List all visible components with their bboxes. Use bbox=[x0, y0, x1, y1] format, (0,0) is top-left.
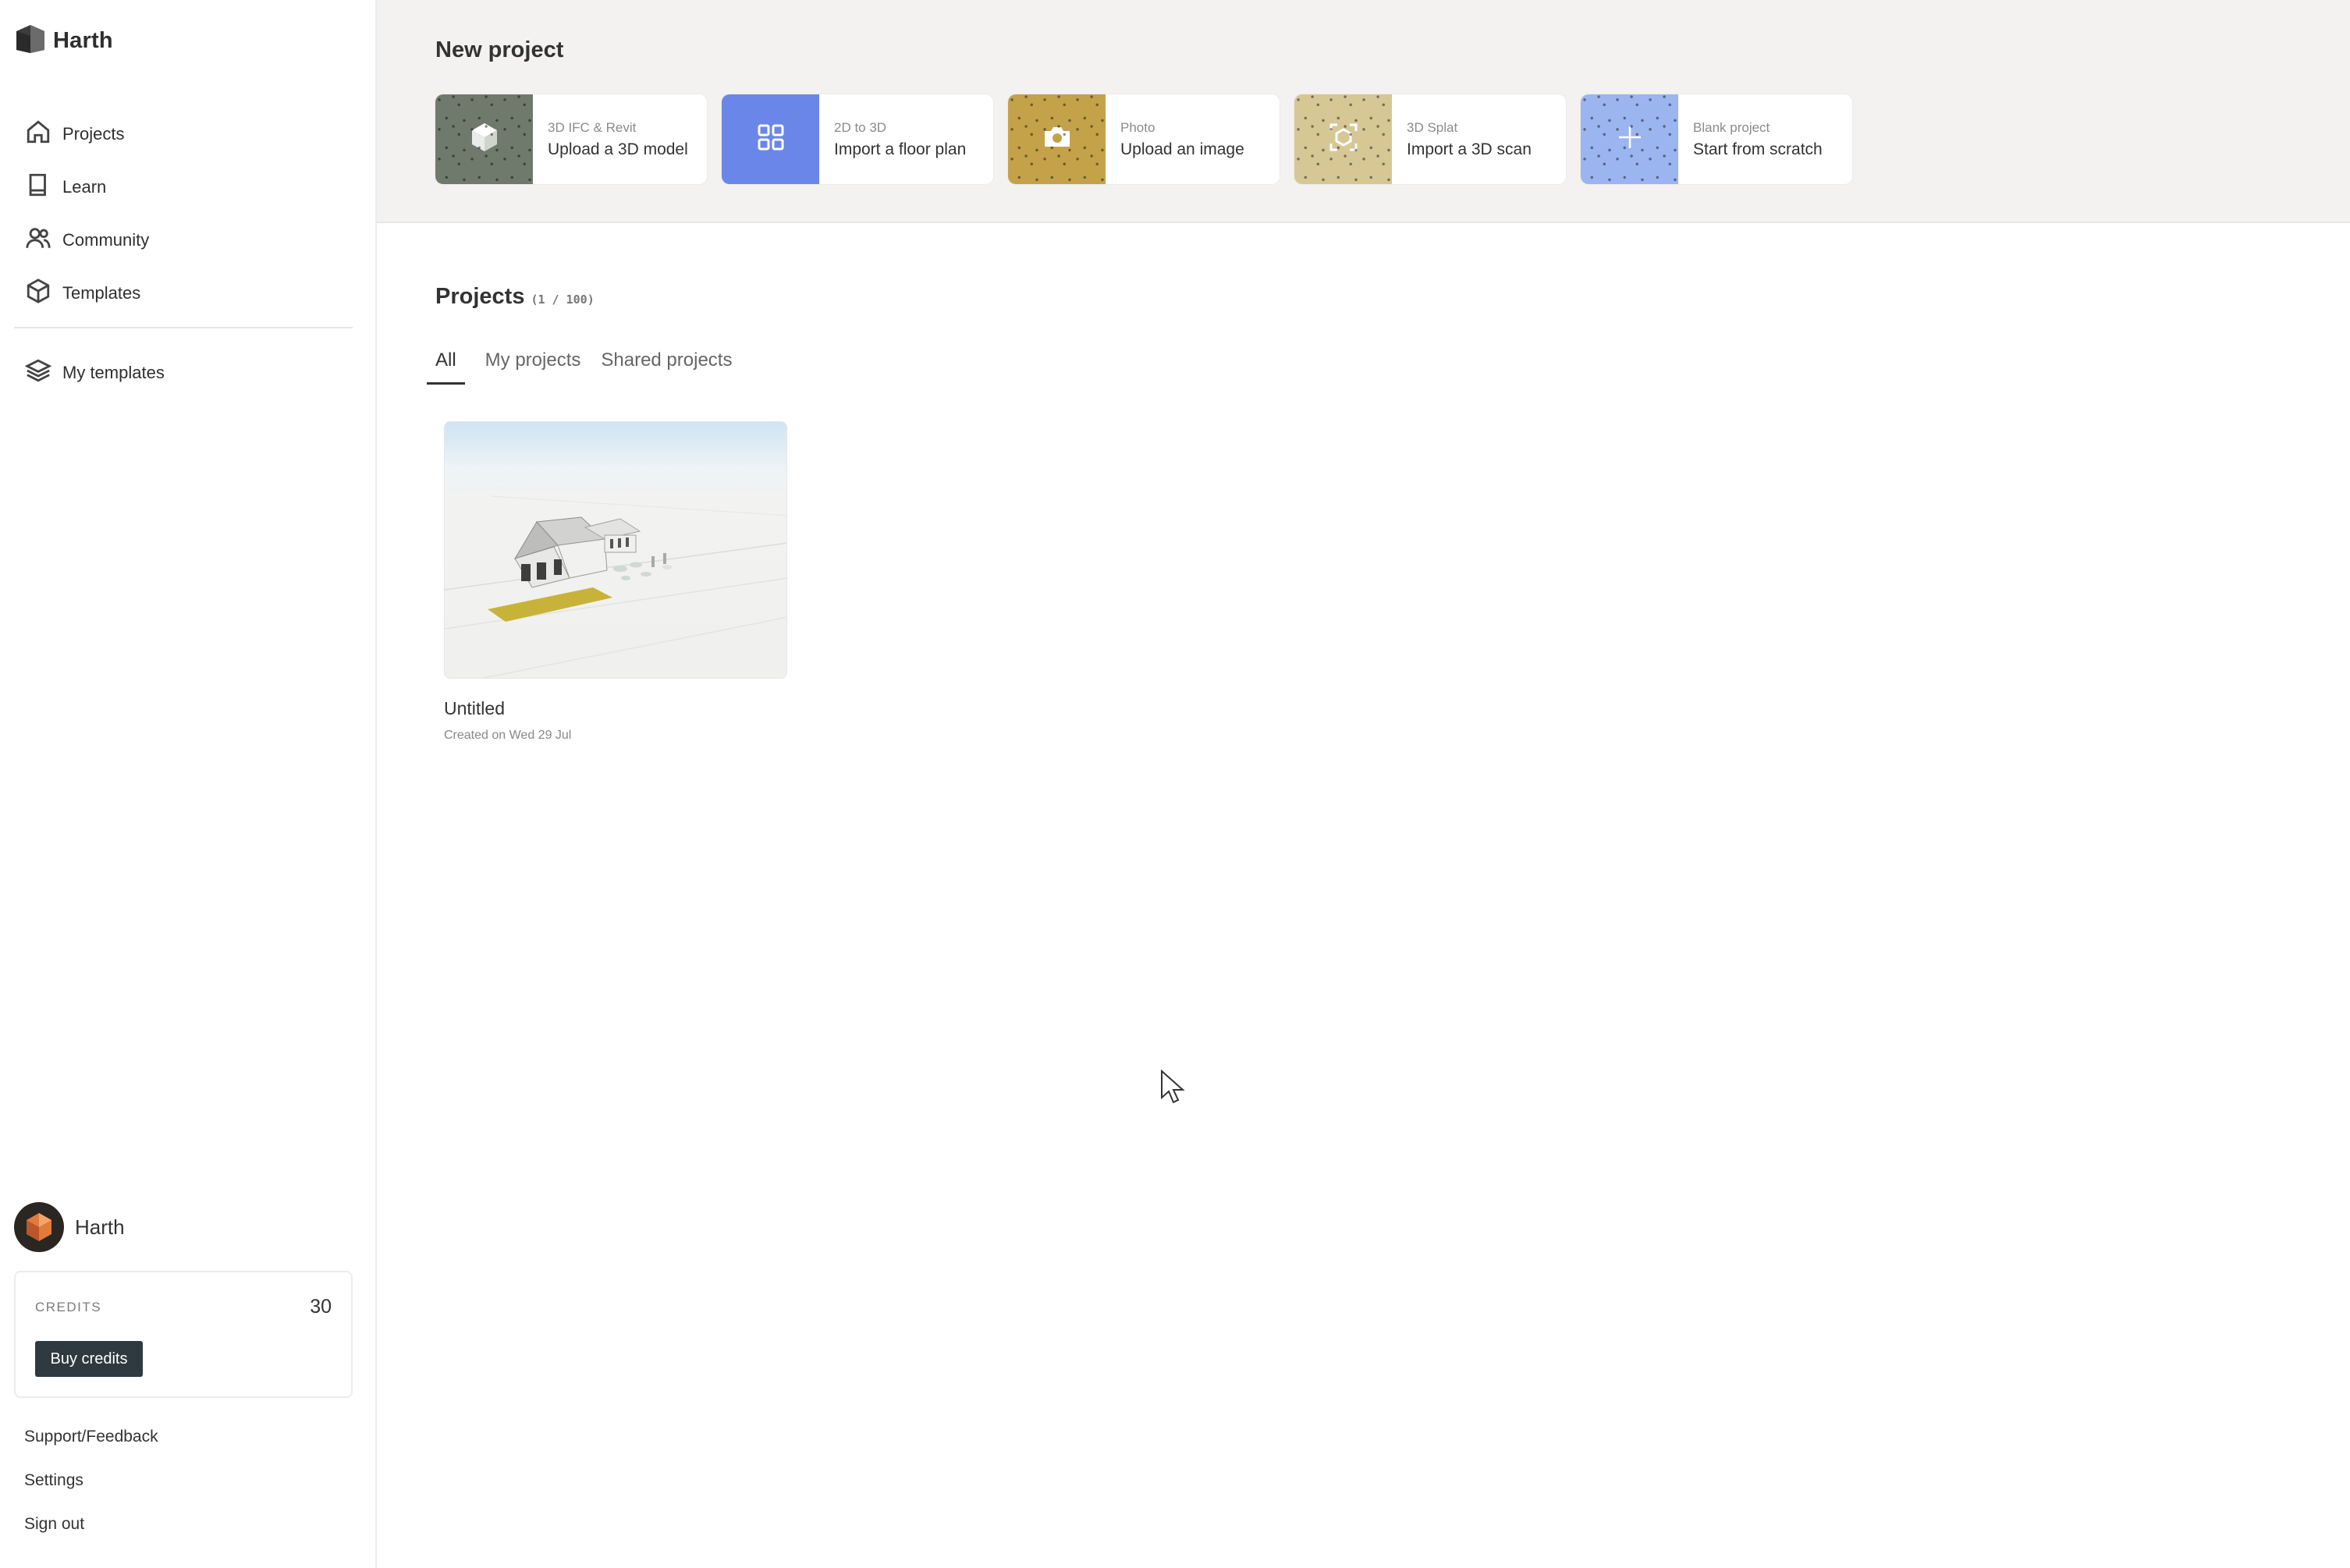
new-project-title: New project bbox=[435, 37, 564, 62]
home-icon bbox=[25, 119, 51, 150]
camera-icon bbox=[1038, 119, 1076, 160]
card-subtitle: 3D IFC & Revit bbox=[548, 119, 637, 135]
project-card[interactable]: Untitled Created on Wed 29 Jul bbox=[444, 421, 787, 743]
new-project-card-floor-plan[interactable]: 2D to 3D Import a floor plan bbox=[722, 94, 993, 184]
sidebar-nav-secondary: My templates bbox=[14, 346, 357, 399]
avatar bbox=[14, 1202, 64, 1252]
sidebar-item-label: Learn bbox=[62, 177, 107, 197]
user-name: Harth bbox=[75, 1215, 125, 1239]
card-subtitle: 2D to 3D bbox=[834, 119, 887, 135]
credits-label: CREDITS bbox=[35, 1300, 102, 1314]
card-text: 2D to 3D Import a floor plan bbox=[819, 94, 966, 184]
sidebar-item-label: Templates bbox=[62, 283, 141, 303]
card-title: Start from scratch bbox=[1693, 140, 1823, 158]
house-model-image bbox=[445, 495, 786, 678]
card-text: Blank project Start from scratch bbox=[1678, 94, 1823, 184]
sidebar-item-label: Projects bbox=[62, 124, 125, 144]
project-created-date: Created on Wed 29 Jul bbox=[444, 729, 572, 742]
projects-title: Projects (1 / 100) bbox=[435, 284, 595, 310]
box-icon bbox=[25, 278, 51, 309]
new-project-card-3d-model[interactable]: 3D IFC & Revit Upload a 3D model bbox=[435, 94, 707, 184]
sidebar-nav: Projects Learn Community Templates bbox=[14, 108, 357, 320]
new-project-card-3d-scan[interactable]: 3D Splat Import a 3D scan bbox=[1294, 94, 1566, 184]
card-thumbnail bbox=[722, 94, 819, 184]
card-title: Import a floor plan bbox=[834, 140, 967, 158]
credits-value: 30 bbox=[310, 1296, 332, 1318]
new-project-card-blank[interactable]: Blank project Start from scratch bbox=[1581, 94, 1852, 184]
card-subtitle: Blank project bbox=[1693, 119, 1770, 135]
card-thumbnail bbox=[1581, 94, 1678, 184]
card-title: Upload an image bbox=[1120, 140, 1244, 158]
buy-credits-button[interactable]: Buy credits bbox=[35, 1341, 143, 1377]
sidebar-item-community[interactable]: Community bbox=[14, 214, 357, 267]
card-text: 3D Splat Import a 3D scan bbox=[1392, 94, 1532, 184]
mouse-cursor-icon bbox=[1161, 1070, 1185, 1104]
project-name: Untitled bbox=[444, 698, 505, 718]
cube-icon bbox=[466, 119, 503, 160]
card-thumbnail bbox=[435, 94, 533, 184]
card-text: Photo Upload an image bbox=[1106, 94, 1244, 184]
main-content: New project 3D IFC & Revit Upload a 3D m… bbox=[377, 0, 2350, 1568]
sidebar-item-label: My templates bbox=[62, 363, 165, 382]
support-feedback-link[interactable]: Support/Feedback bbox=[24, 1421, 158, 1465]
sign-out-link[interactable]: Sign out bbox=[24, 1509, 158, 1552]
card-subtitle: 3D Splat bbox=[1407, 119, 1458, 135]
plus-icon bbox=[1611, 119, 1649, 160]
brand[interactable]: Harth bbox=[14, 23, 113, 59]
card-subtitle: Photo bbox=[1120, 119, 1155, 135]
new-project-cards: 3D IFC & Revit Upload a 3D model 2D to 3… bbox=[435, 94, 1852, 184]
settings-link[interactable]: Settings bbox=[24, 1465, 158, 1509]
sidebar-item-label: Community bbox=[62, 230, 150, 250]
sidebar-item-my-templates[interactable]: My templates bbox=[14, 346, 357, 399]
sidebar-item-learn[interactable]: Learn bbox=[14, 161, 357, 214]
harth-logo-icon bbox=[14, 23, 47, 59]
projects-count: (1 / 100) bbox=[531, 293, 595, 307]
card-title: Upload a 3D model bbox=[548, 140, 688, 158]
new-project-card-image[interactable]: Photo Upload an image bbox=[1008, 94, 1280, 184]
tab-all[interactable]: All bbox=[427, 349, 465, 385]
sidebar-footer: Support/Feedback Settings Sign out bbox=[24, 1421, 158, 1552]
card-text: 3D IFC & Revit Upload a 3D model bbox=[533, 94, 688, 184]
user-menu[interactable]: Harth bbox=[14, 1202, 125, 1252]
sidebar-item-projects[interactable]: Projects bbox=[14, 108, 357, 161]
tab-shared-projects[interactable]: Shared projects bbox=[601, 349, 732, 385]
sidebar-divider bbox=[14, 327, 353, 328]
credits-panel: CREDITS 30 Buy credits bbox=[14, 1271, 353, 1398]
book-icon bbox=[25, 172, 51, 203]
project-thumbnail bbox=[444, 421, 787, 679]
card-thumbnail bbox=[1008, 94, 1106, 184]
grid-icon bbox=[752, 119, 790, 160]
projects-title-text: Projects bbox=[435, 284, 525, 309]
sidebar-item-templates[interactable]: Templates bbox=[14, 267, 357, 320]
layers-icon bbox=[24, 357, 52, 388]
scan-icon bbox=[1325, 119, 1362, 160]
sidebar: Harth Projects Learn Community Templates… bbox=[0, 0, 377, 1568]
users-icon bbox=[25, 225, 51, 256]
brand-name: Harth bbox=[53, 28, 113, 53]
card-title: Import a 3D scan bbox=[1407, 140, 1532, 158]
new-project-section: New project 3D IFC & Revit Upload a 3D m… bbox=[377, 0, 2350, 223]
app: Harth Projects Learn Community Templates… bbox=[0, 0, 2350, 1568]
projects-tabs: All My projects Shared projects bbox=[427, 349, 752, 385]
card-thumbnail bbox=[1294, 94, 1392, 184]
tab-my-projects[interactable]: My projects bbox=[485, 349, 581, 385]
